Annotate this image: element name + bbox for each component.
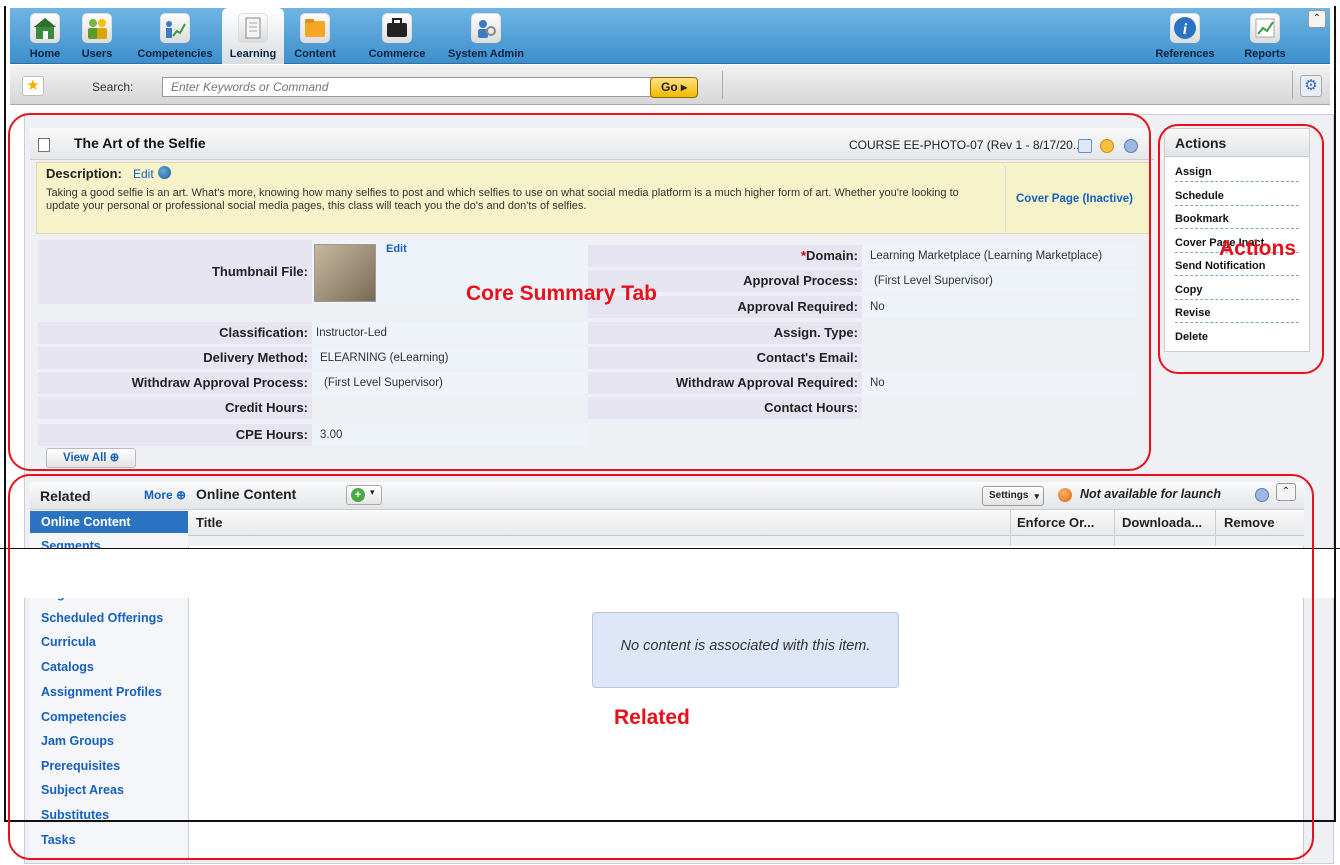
annotation-related-outline	[8, 474, 1314, 860]
search-label: Search:	[92, 80, 134, 94]
search-input[interactable]	[162, 77, 652, 97]
frame-line	[1334, 6, 1336, 822]
nav-label: Content	[294, 48, 336, 60]
annotation-actions-label: Actions	[1219, 237, 1297, 260]
nav-reports[interactable]: Reports	[1234, 8, 1296, 64]
nav-label: References	[1155, 48, 1215, 60]
go-button[interactable]: Go ▸	[650, 77, 698, 98]
frame-line	[4, 6, 6, 822]
annotation-core-summary-label: Core Summary Tab	[466, 282, 657, 305]
favorites-star-icon[interactable]: ★	[22, 76, 44, 96]
svg-text:i: i	[1183, 21, 1188, 38]
competencies-icon	[160, 13, 190, 43]
nav-label: Competencies	[137, 48, 213, 60]
divider	[1292, 71, 1293, 99]
collapse-header-button[interactable]: ⌃	[1308, 10, 1326, 28]
nav-content[interactable]: Content	[284, 8, 346, 64]
nav-label: System Admin	[447, 48, 524, 60]
info-icon: i	[1170, 13, 1200, 43]
briefcase-icon	[382, 13, 412, 43]
nav-references[interactable]: i References	[1154, 8, 1216, 64]
search-toolbar: ★ Search: Go ▸ ⚙	[10, 65, 1330, 105]
top-navigation-bar: Home Users Competencies Learning Content…	[10, 8, 1330, 64]
nav-users[interactable]: Users	[66, 8, 128, 64]
nav-system-admin[interactable]: System Admin	[448, 8, 524, 64]
nav-competencies[interactable]: Competencies	[137, 8, 213, 64]
users-icon	[82, 13, 112, 43]
nav-label: Users	[81, 48, 113, 60]
reports-icon	[1250, 13, 1280, 43]
divider	[722, 71, 723, 99]
content-folder-icon	[300, 13, 330, 43]
gear-icon[interactable]: ⚙	[1300, 75, 1322, 97]
system-admin-icon	[471, 13, 501, 43]
nav-label: Commerce	[368, 48, 426, 60]
home-icon	[30, 13, 60, 43]
learning-icon	[238, 13, 268, 43]
annotation-related-label: Related	[614, 706, 690, 729]
nav-commerce[interactable]: Commerce	[366, 8, 428, 64]
nav-label: Reports	[1244, 48, 1286, 60]
